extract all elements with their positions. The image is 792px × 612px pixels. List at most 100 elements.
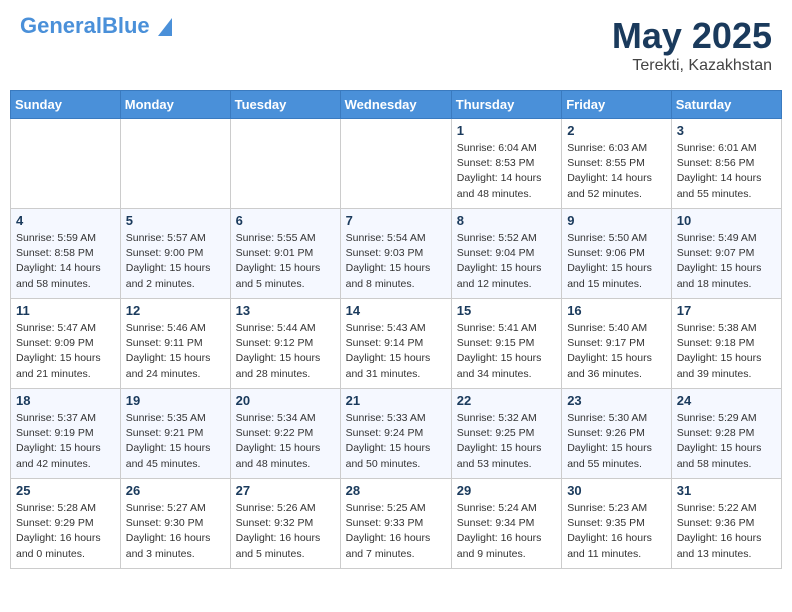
day-info-6: Sunrise: 5:55 AMSunset: 9:01 PMDaylight:… bbox=[236, 231, 335, 292]
calendar-cell-3-0: 18 Sunrise: 5:37 AMSunset: 9:19 PMDayligh… bbox=[11, 389, 121, 479]
day-info-25: Sunrise: 5:28 AMSunset: 9:29 PMDaylight:… bbox=[16, 501, 115, 562]
day-info-22: Sunrise: 5:32 AMSunset: 9:25 PMDaylight:… bbox=[457, 411, 556, 472]
calendar-cell-2-4: 15 Sunrise: 5:41 AMSunset: 9:15 PMDayligh… bbox=[451, 299, 561, 389]
day-number-12: 12 bbox=[126, 303, 225, 318]
day-info-11: Sunrise: 5:47 AMSunset: 9:09 PMDaylight:… bbox=[16, 321, 115, 382]
day-number-27: 27 bbox=[236, 483, 335, 498]
calendar-cell-4-0: 25 Sunrise: 5:28 AMSunset: 9:29 PMDayligh… bbox=[11, 479, 121, 569]
day-number-9: 9 bbox=[567, 213, 666, 228]
calendar-cell-2-0: 11 Sunrise: 5:47 AMSunset: 9:09 PMDayligh… bbox=[11, 299, 121, 389]
calendar-cell-4-6: 31 Sunrise: 5:22 AMSunset: 9:36 PMDayligh… bbox=[671, 479, 781, 569]
day-number-8: 8 bbox=[457, 213, 556, 228]
day-info-1: Sunrise: 6:04 AMSunset: 8:53 PMDaylight:… bbox=[457, 141, 556, 202]
main-title: May 2025 bbox=[612, 15, 772, 57]
day-number-14: 14 bbox=[346, 303, 446, 318]
calendar-cell-0-1 bbox=[120, 119, 230, 209]
calendar-cell-3-3: 21 Sunrise: 5:33 AMSunset: 9:24 PMDayligh… bbox=[340, 389, 451, 479]
calendar-cell-1-3: 7 Sunrise: 5:54 AMSunset: 9:03 PMDaylight… bbox=[340, 209, 451, 299]
day-number-3: 3 bbox=[677, 123, 776, 138]
calendar-cell-2-1: 12 Sunrise: 5:46 AMSunset: 9:11 PMDayligh… bbox=[120, 299, 230, 389]
calendar-cell-2-2: 13 Sunrise: 5:44 AMSunset: 9:12 PMDayligh… bbox=[230, 299, 340, 389]
day-info-20: Sunrise: 5:34 AMSunset: 9:22 PMDaylight:… bbox=[236, 411, 335, 472]
day-number-15: 15 bbox=[457, 303, 556, 318]
day-number-29: 29 bbox=[457, 483, 556, 498]
day-number-28: 28 bbox=[346, 483, 446, 498]
calendar-cell-1-0: 4 Sunrise: 5:59 AMSunset: 8:58 PMDaylight… bbox=[11, 209, 121, 299]
day-info-31: Sunrise: 5:22 AMSunset: 9:36 PMDaylight:… bbox=[677, 501, 776, 562]
header-thursday: Thursday bbox=[451, 91, 561, 119]
header-tuesday: Tuesday bbox=[230, 91, 340, 119]
day-info-4: Sunrise: 5:59 AMSunset: 8:58 PMDaylight:… bbox=[16, 231, 115, 292]
day-info-16: Sunrise: 5:40 AMSunset: 9:17 PMDaylight:… bbox=[567, 321, 666, 382]
day-number-5: 5 bbox=[126, 213, 225, 228]
calendar-cell-3-6: 24 Sunrise: 5:29 AMSunset: 9:28 PMDayligh… bbox=[671, 389, 781, 479]
day-number-25: 25 bbox=[16, 483, 115, 498]
day-info-15: Sunrise: 5:41 AMSunset: 9:15 PMDaylight:… bbox=[457, 321, 556, 382]
calendar-cell-1-2: 6Sunrise: 5:55 AMSunset: 9:01 PMDaylight… bbox=[230, 209, 340, 299]
calendar-cell-1-5: 9 Sunrise: 5:50 AMSunset: 9:06 PMDaylight… bbox=[562, 209, 672, 299]
day-number-7: 7 bbox=[346, 213, 446, 228]
day-number-21: 21 bbox=[346, 393, 446, 408]
header-friday: Friday bbox=[562, 91, 672, 119]
calendar-cell-2-5: 16 Sunrise: 5:40 AMSunset: 9:17 PMDayligh… bbox=[562, 299, 672, 389]
day-info-17: Sunrise: 5:38 AMSunset: 9:18 PMDaylight:… bbox=[677, 321, 776, 382]
day-info-13: Sunrise: 5:44 AMSunset: 9:12 PMDaylight:… bbox=[236, 321, 335, 382]
day-number-16: 16 bbox=[567, 303, 666, 318]
calendar-cell-2-6: 17 Sunrise: 5:38 AMSunset: 9:18 PMDayligh… bbox=[671, 299, 781, 389]
day-number-10: 10 bbox=[677, 213, 776, 228]
header-sunday: Sunday bbox=[11, 91, 121, 119]
day-info-26: Sunrise: 5:27 AMSunset: 9:30 PMDaylight:… bbox=[126, 501, 225, 562]
day-info-19: Sunrise: 5:35 AMSunset: 9:21 PMDaylight:… bbox=[126, 411, 225, 472]
week-row-4: 18 Sunrise: 5:37 AMSunset: 9:19 PMDayligh… bbox=[11, 389, 782, 479]
calendar-cell-4-3: 28 Sunrise: 5:25 AMSunset: 9:33 PMDayligh… bbox=[340, 479, 451, 569]
week-row-5: 25 Sunrise: 5:28 AMSunset: 9:29 PMDayligh… bbox=[11, 479, 782, 569]
day-info-23: Sunrise: 5:30 AMSunset: 9:26 PMDaylight:… bbox=[567, 411, 666, 472]
day-info-30: Sunrise: 5:23 AMSunset: 9:35 PMDaylight:… bbox=[567, 501, 666, 562]
day-info-12: Sunrise: 5:46 AMSunset: 9:11 PMDaylight:… bbox=[126, 321, 225, 382]
day-info-9: Sunrise: 5:50 AMSunset: 9:06 PMDaylight:… bbox=[567, 231, 666, 292]
calendar-cell-3-5: 23 Sunrise: 5:30 AMSunset: 9:26 PMDayligh… bbox=[562, 389, 672, 479]
day-number-2: 2 bbox=[567, 123, 666, 138]
day-number-22: 22 bbox=[457, 393, 556, 408]
header-row: SundayMondayTuesdayWednesdayThursdayFrid… bbox=[11, 91, 782, 119]
day-info-28: Sunrise: 5:25 AMSunset: 9:33 PMDaylight:… bbox=[346, 501, 446, 562]
title-block: May 2025 Terekti, Kazakhstan bbox=[612, 15, 772, 75]
day-number-17: 17 bbox=[677, 303, 776, 318]
day-info-7: Sunrise: 5:54 AMSunset: 9:03 PMDaylight:… bbox=[346, 231, 446, 292]
day-number-31: 31 bbox=[677, 483, 776, 498]
week-row-1: 1 Sunrise: 6:04 AMSunset: 8:53 PMDaylight… bbox=[11, 119, 782, 209]
day-number-24: 24 bbox=[677, 393, 776, 408]
day-number-1: 1 bbox=[457, 123, 556, 138]
day-number-23: 23 bbox=[567, 393, 666, 408]
day-number-11: 11 bbox=[16, 303, 115, 318]
calendar-cell-0-6: 3Sunrise: 6:01 AMSunset: 8:56 PMDaylight… bbox=[671, 119, 781, 209]
calendar-cell-3-4: 22 Sunrise: 5:32 AMSunset: 9:25 PMDayligh… bbox=[451, 389, 561, 479]
logo-general: General bbox=[20, 13, 102, 38]
calendar-cell-4-2: 27 Sunrise: 5:26 AMSunset: 9:32 PMDayligh… bbox=[230, 479, 340, 569]
day-number-18: 18 bbox=[16, 393, 115, 408]
calendar-cell-1-1: 5Sunrise: 5:57 AMSunset: 9:00 PMDaylight… bbox=[120, 209, 230, 299]
day-info-21: Sunrise: 5:33 AMSunset: 9:24 PMDaylight:… bbox=[346, 411, 446, 472]
day-number-13: 13 bbox=[236, 303, 335, 318]
logo: GeneralBlue bbox=[20, 15, 172, 37]
day-info-18: Sunrise: 5:37 AMSunset: 9:19 PMDaylight:… bbox=[16, 411, 115, 472]
calendar-cell-3-2: 20 Sunrise: 5:34 AMSunset: 9:22 PMDayligh… bbox=[230, 389, 340, 479]
calendar-cell-0-4: 1 Sunrise: 6:04 AMSunset: 8:53 PMDaylight… bbox=[451, 119, 561, 209]
subtitle: Terekti, Kazakhstan bbox=[612, 57, 772, 75]
day-number-4: 4 bbox=[16, 213, 115, 228]
day-number-19: 19 bbox=[126, 393, 225, 408]
header-monday: Monday bbox=[120, 91, 230, 119]
day-info-10: Sunrise: 5:49 AMSunset: 9:07 PMDaylight:… bbox=[677, 231, 776, 292]
day-info-27: Sunrise: 5:26 AMSunset: 9:32 PMDaylight:… bbox=[236, 501, 335, 562]
logo-text: GeneralBlue bbox=[20, 15, 172, 37]
calendar-cell-0-0 bbox=[11, 119, 121, 209]
day-info-24: Sunrise: 5:29 AMSunset: 9:28 PMDaylight:… bbox=[677, 411, 776, 472]
week-row-2: 4 Sunrise: 5:59 AMSunset: 8:58 PMDaylight… bbox=[11, 209, 782, 299]
calendar-cell-3-1: 19 Sunrise: 5:35 AMSunset: 9:21 PMDayligh… bbox=[120, 389, 230, 479]
calendar-cell-0-5: 2Sunrise: 6:03 AMSunset: 8:55 PMDaylight… bbox=[562, 119, 672, 209]
day-info-29: Sunrise: 5:24 AMSunset: 9:34 PMDaylight:… bbox=[457, 501, 556, 562]
calendar-cell-4-4: 29 Sunrise: 5:24 AMSunset: 9:34 PMDayligh… bbox=[451, 479, 561, 569]
day-number-26: 26 bbox=[126, 483, 225, 498]
day-number-20: 20 bbox=[236, 393, 335, 408]
header-saturday: Saturday bbox=[671, 91, 781, 119]
